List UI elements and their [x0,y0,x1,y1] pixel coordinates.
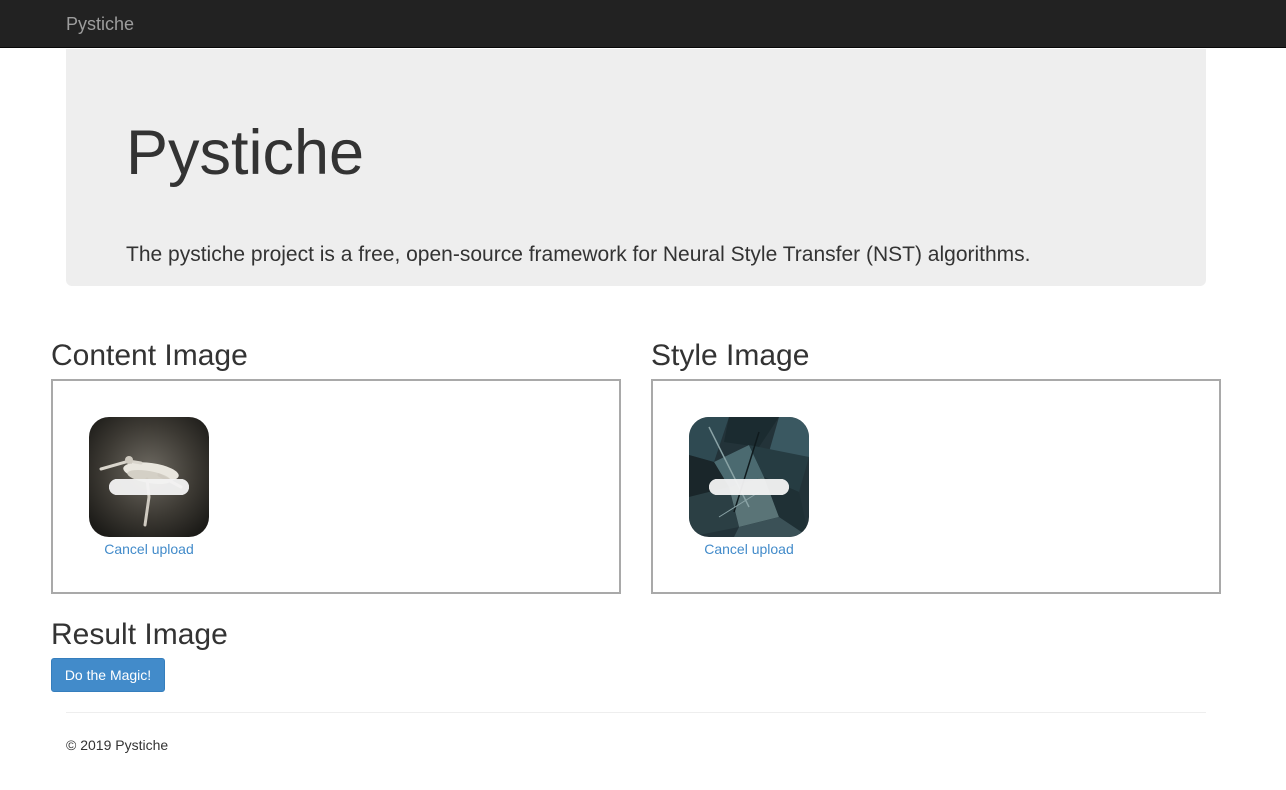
style-image-thumbnail [689,417,809,537]
navbar: Pystiche [0,0,1286,48]
content-image-preview: Cancel upload [89,417,209,557]
style-upload-progress-fill [709,479,789,495]
navbar-brand[interactable]: Pystiche [66,14,134,34]
ballerina-thumbnail-image [89,417,209,537]
content-cancel-upload-link[interactable]: Cancel upload [89,541,209,557]
content-image-dropzone[interactable]: Cancel upload [51,379,621,594]
content-upload-progress [109,479,189,495]
do-the-magic-button[interactable]: Do the Magic! [51,658,165,692]
style-image-dropzone[interactable]: Cancel upload [651,379,1221,594]
cubist-painting-thumbnail-image [689,417,809,537]
style-image-preview: Cancel upload [689,417,809,557]
page-title: Pystiche [126,118,365,188]
footer-divider [66,712,1206,713]
style-upload-progress [709,479,789,495]
content-image-title: Content Image [51,339,248,372]
content-image-thumbnail [89,417,209,537]
result-image-title: Result Image [51,618,228,651]
jumbotron: Pystiche The pystiche project is a free,… [66,49,1206,286]
content-upload-progress-fill [109,479,189,495]
footer-copyright: © 2019 Pystiche [66,737,169,753]
lead-text: The pystiche project is a free, open-sou… [126,243,1031,266]
style-image-title: Style Image [651,339,810,372]
style-cancel-upload-link[interactable]: Cancel upload [689,541,809,557]
